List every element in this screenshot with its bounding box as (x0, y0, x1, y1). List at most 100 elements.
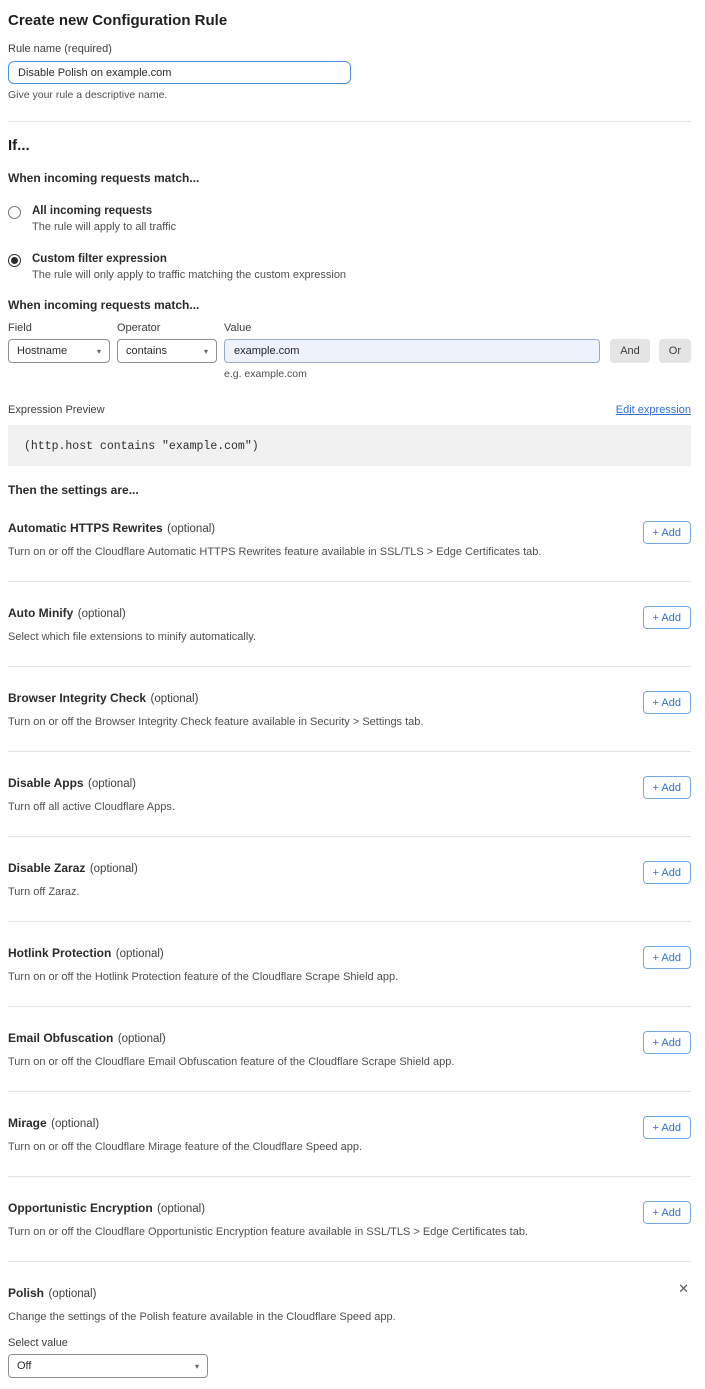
polish-select-value: Off (17, 1360, 31, 1372)
radio-option-label: Custom filter expression (32, 253, 346, 265)
setting-item-browser-integrity-check: Browser Integrity Check (optional) Turn … (8, 667, 691, 752)
radio-option-custom-filter-expression[interactable]: Custom filter expression The rule will o… (8, 253, 691, 281)
setting-name: Opportunistic Encryption (8, 1201, 153, 1215)
setting-description: Turn off all active Cloudflare Apps. (8, 801, 175, 813)
setting-item-opportunistic-encryption: Opportunistic Encryption (optional) Turn… (8, 1177, 691, 1262)
setting-name: Hotlink Protection (8, 946, 111, 960)
setting-optional-tag: (optional) (48, 1288, 96, 1300)
add-setting-button[interactable]: + Add (643, 861, 691, 884)
setting-name: Mirage (8, 1116, 47, 1130)
radio-unselected-icon[interactable] (8, 206, 21, 219)
radio-option-description: The rule will apply to all traffic (32, 221, 176, 233)
setting-info: Auto Minify (optional) Select which file… (8, 604, 256, 643)
setting-item-mirage: Mirage (optional) Turn on or off the Clo… (8, 1092, 691, 1177)
setting-item-hotlink-protection: Hotlink Protection (optional) Turn on or… (8, 922, 691, 1007)
edit-expression-link[interactable]: Edit expression (616, 404, 691, 416)
setting-description: Change the settings of the Polish featur… (8, 1311, 691, 1323)
setting-description: Turn on or off the Hotlink Protection fe… (8, 971, 398, 983)
page-title: Create new Configuration Rule (8, 12, 691, 29)
setting-optional-tag: (optional) (78, 608, 126, 620)
setting-optional-tag: (optional) (51, 1118, 99, 1130)
close-icon[interactable]: ✕ (678, 1282, 689, 1295)
polish-select-label: Select value (8, 1337, 691, 1349)
field-select[interactable]: Hostname ▾ (8, 339, 110, 363)
radio-option-label: All incoming requests (32, 205, 176, 217)
setting-name: Email Obfuscation (8, 1031, 113, 1045)
if-heading: If... (8, 137, 691, 154)
setting-optional-tag: (optional) (157, 1203, 205, 1215)
setting-info: Disable Apps (optional) Turn off all act… (8, 774, 175, 813)
chevron-down-icon: ▾ (204, 347, 208, 356)
setting-name: Auto Minify (8, 606, 73, 620)
radio-option-text: Custom filter expression The rule will o… (32, 253, 346, 281)
add-setting-button[interactable]: + Add (643, 606, 691, 629)
setting-description: Turn on or off the Cloudflare Opportunis… (8, 1226, 528, 1238)
setting-info: Polish (optional) Change the settings of… (8, 1284, 691, 1323)
incoming-requests-match-heading: When incoming requests match... (8, 171, 691, 185)
setting-optional-tag: (optional) (167, 523, 215, 535)
setting-info: Automatic HTTPS Rewrites (optional) Turn… (8, 519, 541, 558)
setting-name: Disable Apps (8, 776, 84, 790)
setting-item-email-obfuscation: Email Obfuscation (optional) Turn on or … (8, 1007, 691, 1092)
rule-name-helper: Give your rule a descriptive name. (8, 89, 691, 101)
rule-name-label: Rule name (required) (8, 43, 691, 55)
setting-name: Browser Integrity Check (8, 691, 146, 705)
radio-option-description: The rule will only apply to traffic matc… (32, 269, 346, 281)
add-setting-button[interactable]: + Add (643, 691, 691, 714)
setting-optional-tag: (optional) (88, 778, 136, 790)
setting-item-disable-apps: Disable Apps (optional) Turn off all act… (8, 752, 691, 837)
setting-optional-tag: (optional) (90, 863, 138, 875)
setting-name: Automatic HTTPS Rewrites (8, 521, 163, 535)
setting-description: Select which file extensions to minify a… (8, 631, 256, 643)
setting-optional-tag: (optional) (118, 1033, 166, 1045)
operator-label: Operator (117, 322, 217, 334)
rule-name-input[interactable] (8, 61, 351, 84)
add-setting-button[interactable]: + Add (643, 521, 691, 544)
expression-code-text: (http.host contains "example.com") (24, 440, 259, 453)
setting-optional-tag: (optional) (151, 693, 199, 705)
operator-select[interactable]: contains ▾ (117, 339, 217, 363)
chevron-down-icon: ▾ (97, 347, 101, 356)
then-settings-heading: Then the settings are... (8, 483, 691, 497)
or-button[interactable]: Or (659, 339, 691, 363)
expression-connector-buttons: And Or (610, 322, 691, 363)
setting-info: Browser Integrity Check (optional) Turn … (8, 689, 423, 728)
radio-option-text: All incoming requests The rule will appl… (32, 205, 176, 233)
setting-item-auto-minify: Auto Minify (optional) Select which file… (8, 582, 691, 667)
radio-selected-icon[interactable] (8, 254, 21, 267)
value-input[interactable] (224, 339, 600, 363)
and-button[interactable]: And (610, 339, 650, 363)
expression-preview-header: Expression Preview Edit expression (8, 404, 691, 416)
chevron-down-icon: ▾ (195, 1362, 199, 1371)
expression-preview-code: (http.host contains "example.com") (8, 425, 691, 466)
setting-description: Turn on or off the Browser Integrity Che… (8, 716, 423, 728)
add-setting-button[interactable]: + Add (643, 1031, 691, 1054)
add-setting-button[interactable]: + Add (643, 1201, 691, 1224)
polish-value-select[interactable]: Off ▾ (8, 1354, 208, 1378)
expression-builder-row: Field Hostname ▾ Operator contains ▾ Val… (8, 322, 691, 380)
setting-info: Email Obfuscation (optional) Turn on or … (8, 1029, 454, 1068)
setting-description: Turn on or off the Cloudflare Email Obfu… (8, 1056, 454, 1068)
add-setting-button[interactable]: + Add (643, 1116, 691, 1139)
radio-option-all-incoming-requests[interactable]: All incoming requests The rule will appl… (8, 205, 691, 233)
expression-preview-label: Expression Preview (8, 404, 105, 416)
setting-description: Turn on or off the Cloudflare Mirage fea… (8, 1141, 362, 1153)
request-match-radio-group: All incoming requests The rule will appl… (8, 205, 691, 281)
setting-optional-tag: (optional) (116, 948, 164, 960)
section-divider (8, 121, 691, 122)
expression-builder-heading: When incoming requests match... (8, 298, 691, 312)
field-select-value: Hostname (17, 345, 67, 357)
setting-description: Turn on or off the Cloudflare Automatic … (8, 546, 541, 558)
settings-list: Automatic HTTPS Rewrites (optional) Turn… (8, 497, 691, 1262)
add-setting-button[interactable]: + Add (643, 776, 691, 799)
add-setting-button[interactable]: + Add (643, 946, 691, 969)
setting-info: Opportunistic Encryption (optional) Turn… (8, 1199, 528, 1238)
setting-item-disable-zaraz: Disable Zaraz (optional) Turn off Zaraz.… (8, 837, 691, 922)
setting-item-polish-expanded: ✕ Polish (optional) Change the settings … (8, 1262, 691, 1378)
setting-info: Disable Zaraz (optional) Turn off Zaraz. (8, 859, 138, 898)
operator-select-value: contains (126, 345, 167, 357)
field-label: Field (8, 322, 110, 334)
field-column: Field Hostname ▾ (8, 322, 110, 363)
value-helper: e.g. example.com (224, 368, 600, 380)
setting-info: Hotlink Protection (optional) Turn on or… (8, 944, 398, 983)
